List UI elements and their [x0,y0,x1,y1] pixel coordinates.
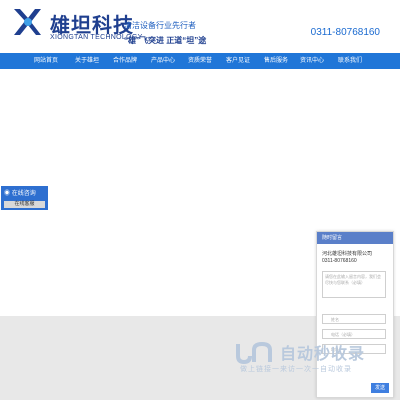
nav-item-contact[interactable]: 联系我们 [332,53,368,69]
online-consult-title: ◉ 在线咨询 [4,191,36,197]
header-phone: 0311-80768160 [310,27,380,38]
message-textarea[interactable]: 请您在此输入留言内容，我们会尽快与您联系（必填） [322,271,386,298]
slogan-line1: 清洁设备行业先行者 [124,21,196,30]
nav-item-home[interactable]: 网站首页 [28,53,64,69]
nav-item-testimonials[interactable]: 客户见证 [220,53,256,69]
message-panel-header[interactable]: 随时留言 [317,232,393,244]
chat-bubble-icon: ◉ [4,191,11,197]
name-field[interactable]: 姓名 [322,314,386,324]
nav-item-honors[interactable]: 资质荣誉 [182,53,218,69]
nav-item-news[interactable]: 资讯中心 [294,53,330,69]
nav-item-about[interactable]: 关于雄坦 [69,53,105,69]
phone-field[interactable]: 电话（必填） [322,329,386,339]
watermark-logo-icon [236,341,272,365]
site-header: 雄坦科技 XIONGTAN TECHNOLOGY 清洁设备行业先行者 “雄”飞突… [0,0,400,53]
nav-item-service[interactable]: 售后服务 [258,53,294,69]
company-phone: 0311-80768160 [322,258,357,264]
nav-item-products[interactable]: 产品中心 [145,53,181,69]
online-service-button[interactable]: 在线客服 [4,201,45,208]
watermark-subtitle: 做上链接一来访一次一自动收录 [240,366,352,373]
watermark-title: 自动秒收录 [280,346,366,363]
send-button[interactable]: 发送 [371,383,389,393]
company-name: 河北雄坦科技有限公司 [322,251,373,257]
slogan-line2: “雄”飞突进 正道“坦”途 [124,36,207,45]
nav-item-brands[interactable]: 合作品牌 [107,53,143,69]
logo-icon[interactable] [12,7,42,37]
main-nav: 网站首页 关于雄坦 合作品牌 产品中心 资质荣誉 客户见证 售后服务 资讯中心 … [0,53,400,69]
online-consult-widget: ◉ 在线咨询 在线客服 [1,186,48,210]
